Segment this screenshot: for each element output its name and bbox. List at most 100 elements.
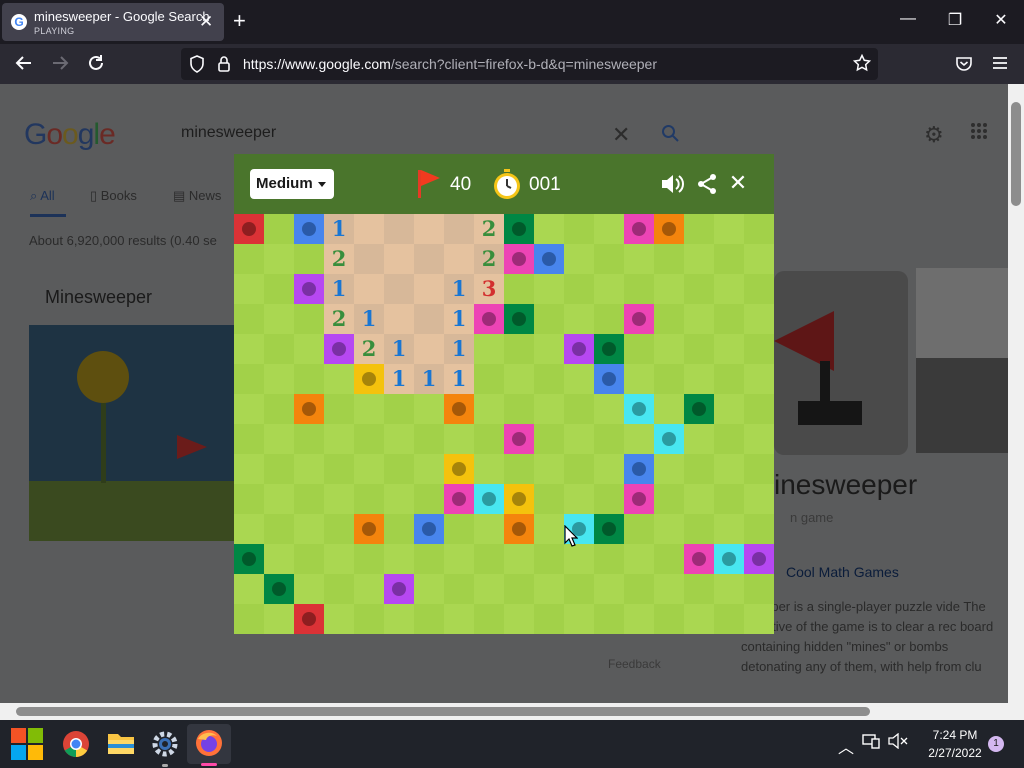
mine-cell[interactable] (714, 544, 744, 574)
revealed-cell[interactable]: 1 (414, 364, 444, 394)
hidden-cell[interactable] (294, 424, 324, 454)
hidden-cell[interactable] (744, 484, 774, 514)
hidden-cell[interactable] (474, 604, 504, 634)
revealed-cell[interactable]: 1 (384, 334, 414, 364)
mine-cell[interactable] (684, 394, 714, 424)
hidden-cell[interactable] (654, 454, 684, 484)
hidden-cell[interactable] (444, 574, 474, 604)
hidden-cell[interactable] (264, 544, 294, 574)
hidden-cell[interactable] (234, 394, 264, 424)
hidden-cell[interactable] (324, 364, 354, 394)
hidden-cell[interactable] (234, 604, 264, 634)
hidden-cell[interactable] (594, 304, 624, 334)
new-tab-button[interactable]: + (233, 8, 246, 34)
hidden-cell[interactable] (594, 544, 624, 574)
revealed-cell[interactable] (414, 304, 444, 334)
hidden-cell[interactable] (294, 304, 324, 334)
revealed-cell[interactable]: 2 (324, 244, 354, 274)
revealed-cell[interactable] (354, 274, 384, 304)
hidden-cell[interactable] (324, 544, 354, 574)
hidden-cell[interactable] (564, 484, 594, 514)
revealed-cell[interactable] (414, 214, 444, 244)
revealed-cell[interactable] (354, 244, 384, 274)
minesweeper-thumbnail[interactable] (29, 325, 241, 541)
hidden-cell[interactable] (534, 394, 564, 424)
hidden-cell[interactable] (474, 424, 504, 454)
cool-math-games-link[interactable]: Cool Math Games (786, 564, 899, 580)
mine-cell[interactable] (444, 394, 474, 424)
menu-icon[interactable] (992, 56, 1008, 75)
settings-gear-icon[interactable] (150, 729, 182, 761)
back-icon[interactable] (13, 53, 35, 78)
hidden-cell[interactable] (564, 244, 594, 274)
hidden-cell[interactable] (384, 514, 414, 544)
revealed-cell[interactable]: 1 (444, 274, 474, 304)
mine-cell[interactable] (624, 454, 654, 484)
hidden-cell[interactable] (684, 214, 714, 244)
hidden-cell[interactable] (594, 424, 624, 454)
hidden-cell[interactable] (354, 574, 384, 604)
hidden-cell[interactable] (234, 454, 264, 484)
clock-date[interactable]: 2/27/2022 (920, 746, 990, 760)
hidden-cell[interactable] (264, 214, 294, 244)
hidden-cell[interactable] (414, 454, 444, 484)
mine-cell[interactable] (294, 394, 324, 424)
hidden-cell[interactable] (534, 274, 564, 304)
hidden-cell[interactable] (504, 574, 534, 604)
search-input[interactable]: minesweeper (181, 124, 276, 142)
hidden-cell[interactable] (594, 454, 624, 484)
reload-icon[interactable] (85, 53, 107, 78)
hidden-cell[interactable] (744, 244, 774, 274)
revealed-cell[interactable] (444, 244, 474, 274)
hidden-cell[interactable] (714, 394, 744, 424)
revealed-cell[interactable]: 1 (324, 214, 354, 244)
hidden-cell[interactable] (534, 364, 564, 394)
hidden-cell[interactable] (474, 574, 504, 604)
revealed-cell[interactable] (384, 304, 414, 334)
hidden-cell[interactable] (714, 574, 744, 604)
hidden-cell[interactable] (474, 394, 504, 424)
revealed-cell[interactable]: 1 (444, 334, 474, 364)
hidden-cell[interactable] (294, 364, 324, 394)
minimize-button[interactable]: — (898, 10, 918, 28)
close-window-button[interactable]: ✕ (991, 10, 1011, 30)
hidden-cell[interactable] (384, 604, 414, 634)
mine-cell[interactable] (504, 244, 534, 274)
mine-cell[interactable] (474, 304, 504, 334)
hidden-cell[interactable] (594, 484, 624, 514)
hidden-cell[interactable] (264, 424, 294, 454)
hidden-cell[interactable] (684, 274, 714, 304)
mine-cell[interactable] (624, 394, 654, 424)
revealed-cell[interactable]: 3 (474, 274, 504, 304)
hidden-cell[interactable] (324, 424, 354, 454)
hidden-cell[interactable] (534, 334, 564, 364)
restore-button[interactable]: ❐ (945, 10, 965, 30)
hidden-cell[interactable] (744, 214, 774, 244)
hidden-cell[interactable] (594, 274, 624, 304)
hidden-cell[interactable] (384, 424, 414, 454)
hidden-cell[interactable] (654, 604, 684, 634)
hidden-cell[interactable] (444, 514, 474, 544)
vertical-scrollbar[interactable] (1008, 84, 1024, 703)
clear-search-icon[interactable]: ✕ (612, 122, 630, 148)
clock-time[interactable]: 7:24 PM (920, 728, 990, 742)
hidden-cell[interactable] (354, 484, 384, 514)
hidden-cell[interactable] (624, 424, 654, 454)
mine-cell[interactable] (294, 214, 324, 244)
hidden-cell[interactable] (714, 364, 744, 394)
hidden-cell[interactable] (594, 244, 624, 274)
hidden-cell[interactable] (684, 244, 714, 274)
hidden-cell[interactable] (564, 424, 594, 454)
hidden-cell[interactable] (654, 514, 684, 544)
mine-cell[interactable] (444, 484, 474, 514)
hidden-cell[interactable] (234, 514, 264, 544)
hidden-cell[interactable] (534, 424, 564, 454)
revealed-cell[interactable] (414, 274, 444, 304)
hidden-cell[interactable] (684, 514, 714, 544)
hidden-cell[interactable] (534, 514, 564, 544)
hidden-cell[interactable] (624, 244, 654, 274)
hidden-cell[interactable] (504, 274, 534, 304)
hidden-cell[interactable] (444, 604, 474, 634)
search-icon[interactable] (661, 124, 679, 147)
hidden-cell[interactable] (474, 364, 504, 394)
